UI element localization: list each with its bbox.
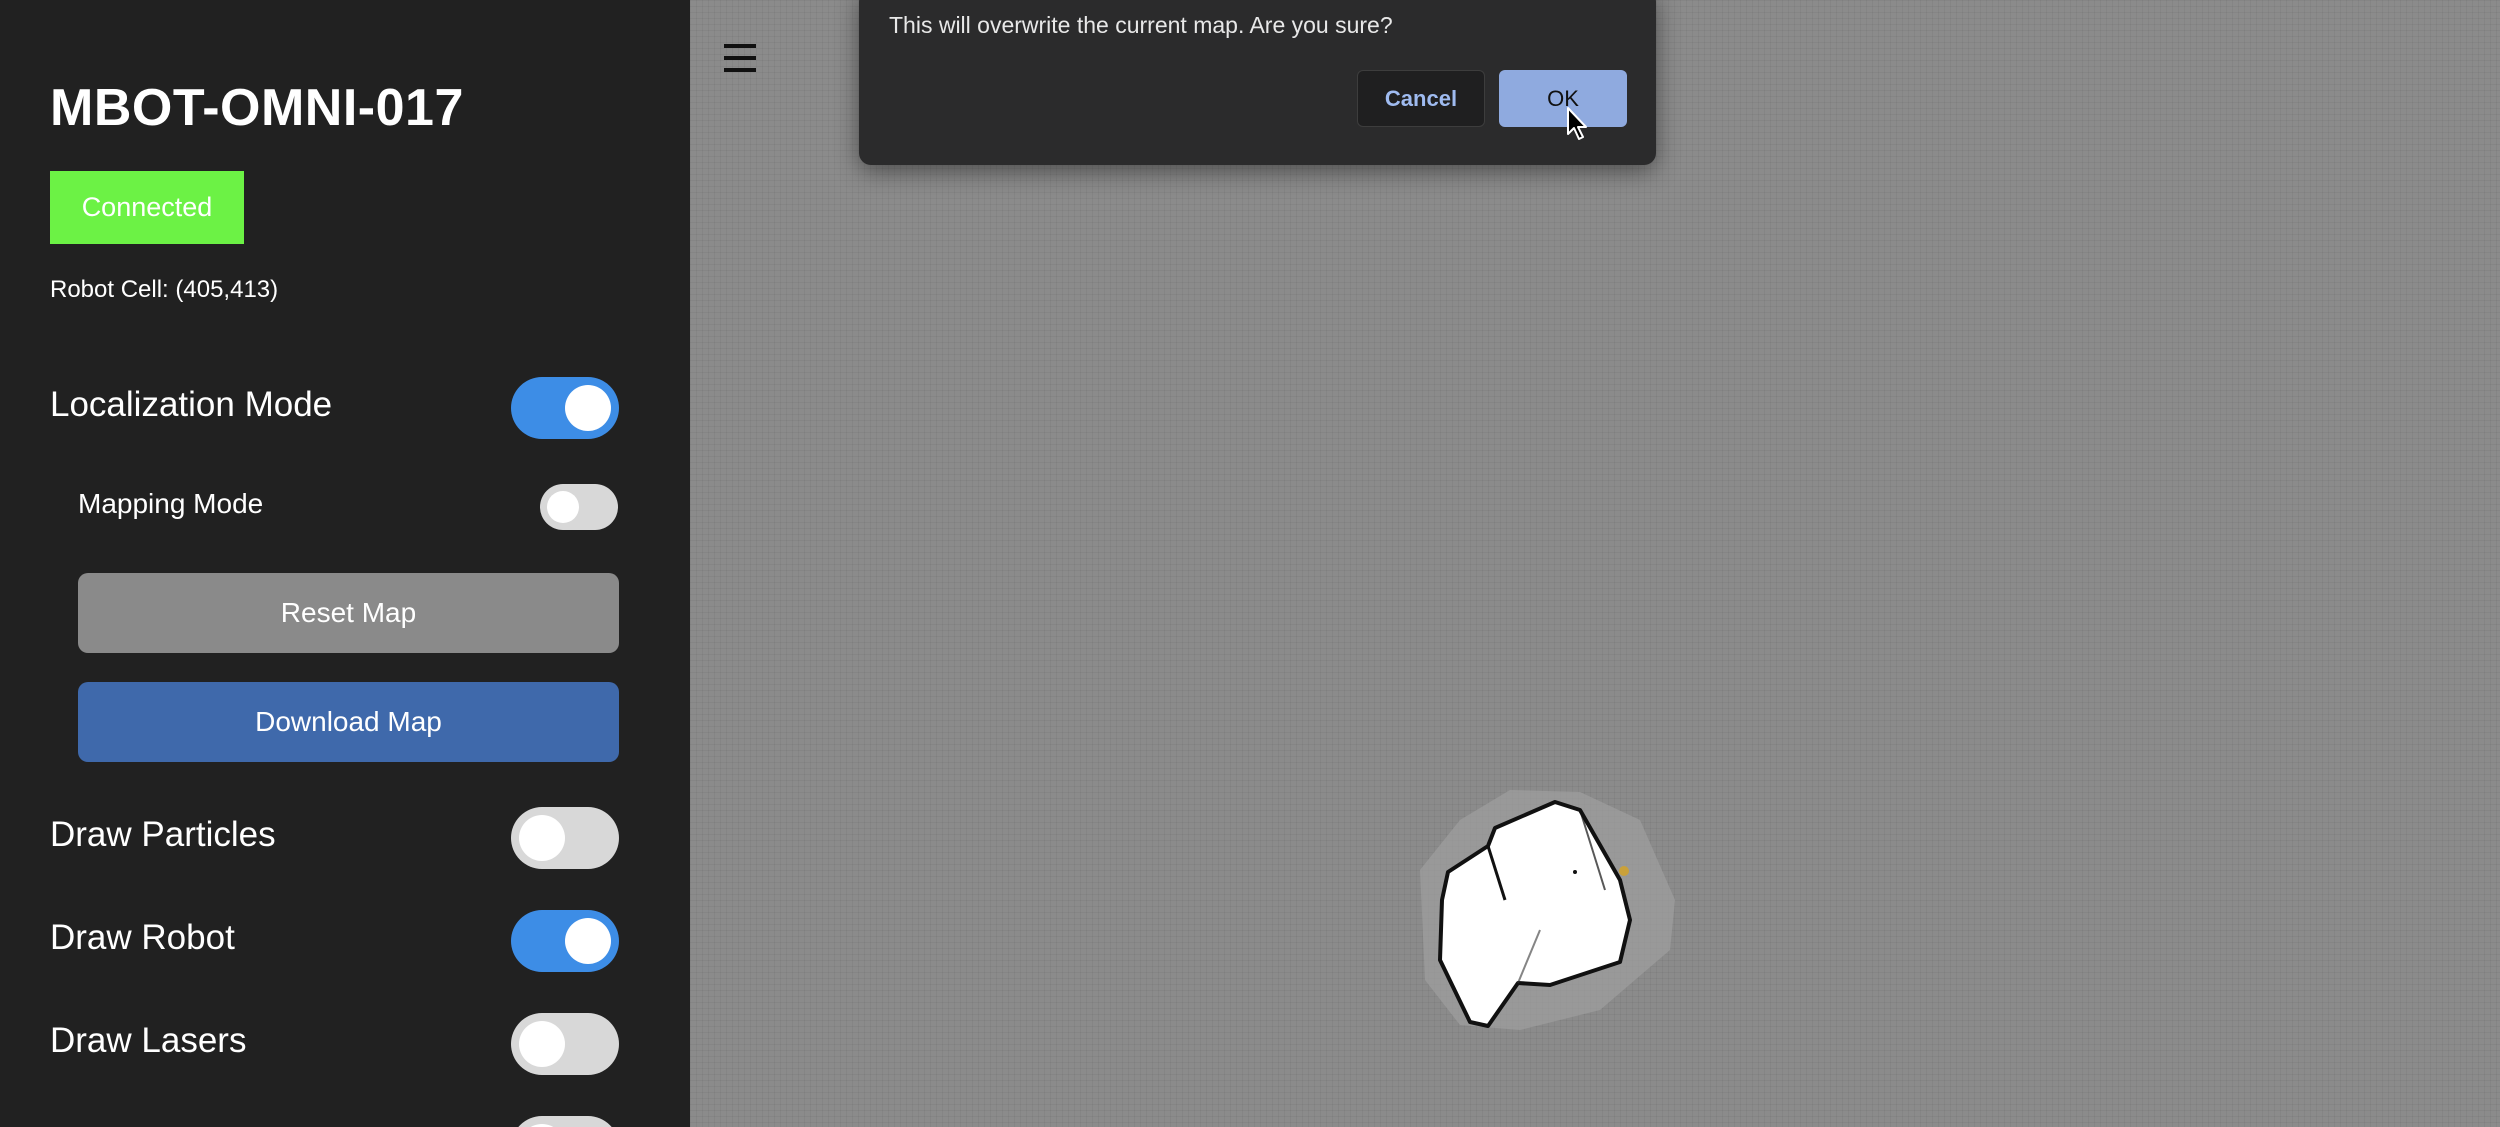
localization-mode-label: Localization Mode <box>50 385 333 424</box>
toggle-knob <box>565 385 611 431</box>
sidebar: MBOT-OMNI-017 Connected Robot Cell: (405… <box>0 0 690 1127</box>
toggle-knob <box>519 815 565 861</box>
robot-cell-readout: Robot Cell: (405,413) <box>50 276 279 303</box>
localization-mode-toggle[interactable] <box>511 377 619 439</box>
mapping-mode-label: Mapping Mode <box>78 488 264 519</box>
occupancy-map <box>1420 790 1675 1030</box>
robot-marker <box>1619 866 1629 876</box>
draw-particles-label: Draw Particles <box>50 815 276 854</box>
toggle-knob <box>547 491 579 523</box>
draw-lasers-label: Draw Lasers <box>50 1021 247 1060</box>
confirm-dialog: This will overwrite the current map. Are… <box>859 0 1656 165</box>
draw-robot-label: Draw Robot <box>50 918 235 957</box>
toggle-knob <box>519 1021 565 1067</box>
download-map-button[interactable]: Download Map <box>78 682 619 762</box>
cancel-button[interactable]: Cancel <box>1357 70 1485 127</box>
mouse-cursor-icon <box>1567 107 1587 140</box>
ok-button[interactable]: OK <box>1499 70 1627 127</box>
robot-name: MBOT-OMNI-017 <box>50 79 464 137</box>
mapping-mode-toggle[interactable] <box>540 484 618 530</box>
draw-robot-toggle[interactable] <box>511 910 619 972</box>
draw-lasers-toggle[interactable] <box>511 1013 619 1075</box>
connection-status-badge: Connected <box>50 171 244 244</box>
reset-map-button[interactable]: Reset Map <box>78 573 619 653</box>
extra-toggle[interactable] <box>511 1116 619 1127</box>
draw-particles-toggle[interactable] <box>511 807 619 869</box>
dialog-message: This will overwrite the current map. Are… <box>889 12 1393 38</box>
toggle-knob <box>565 918 611 964</box>
hamburger-menu-icon[interactable] <box>724 44 756 72</box>
